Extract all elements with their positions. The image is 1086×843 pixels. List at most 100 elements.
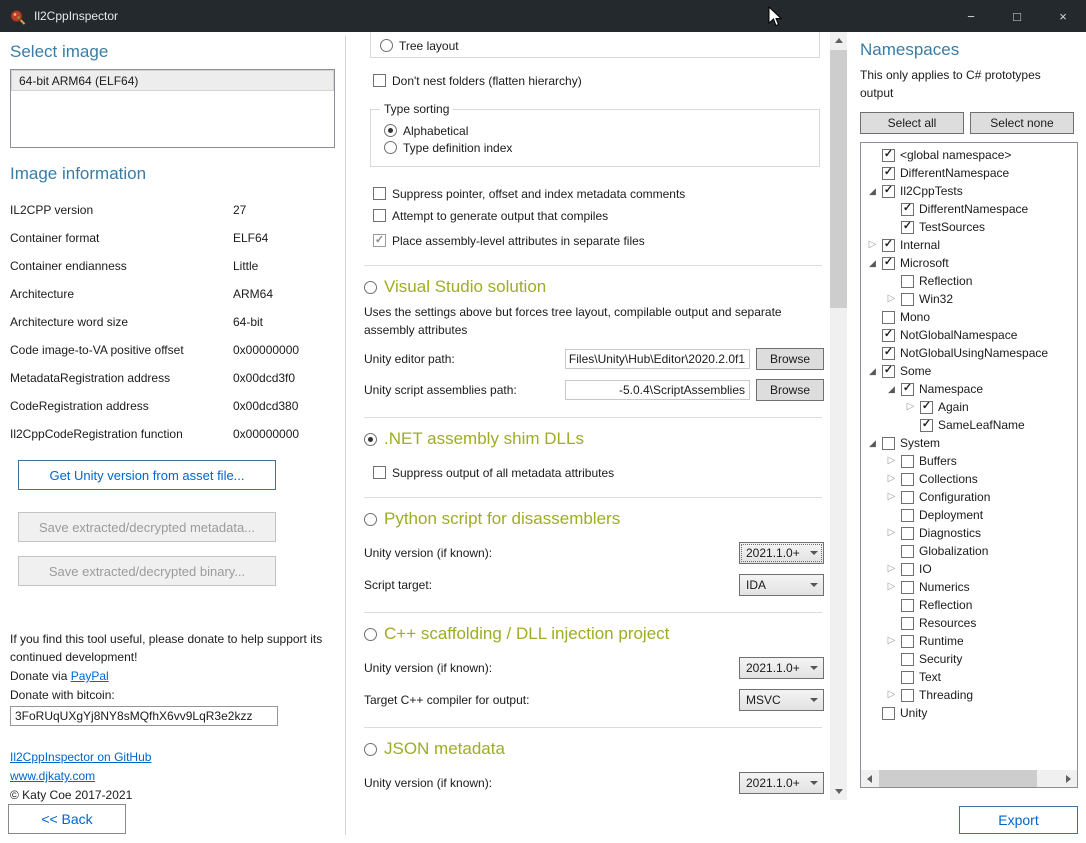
tree-node[interactable]: DifferentNamespace xyxy=(861,200,1077,218)
save-binary-button[interactable]: Save extracted/decrypted binary... xyxy=(18,556,276,586)
tree-checkbox[interactable] xyxy=(920,401,933,414)
tree-checkbox[interactable] xyxy=(901,293,914,306)
collapse-arrow-icon[interactable]: ◢ xyxy=(866,259,879,268)
tree-node[interactable]: ▷IO xyxy=(861,560,1077,578)
image-list[interactable]: 64-bit ARM64 (ELF64) xyxy=(10,69,335,148)
tree-node[interactable]: ▷Runtime xyxy=(861,632,1077,650)
tree-checkbox[interactable] xyxy=(882,707,895,720)
paypal-link[interactable]: PayPal xyxy=(71,669,109,683)
python-unity-version-dropdown[interactable]: 2021.1.0+ xyxy=(739,542,824,564)
tree-checkbox[interactable] xyxy=(882,167,895,180)
expand-arrow-icon[interactable]: ▷ xyxy=(885,294,898,304)
tree-node[interactable]: ▷Internal xyxy=(861,236,1077,254)
tree-node[interactable]: NotGlobalUsingNamespace xyxy=(861,344,1077,362)
tree-node[interactable]: ▷Win32 xyxy=(861,290,1077,308)
expand-arrow-icon[interactable]: ▷ xyxy=(885,690,898,700)
website-link[interactable]: www.djkaty.com xyxy=(10,769,95,783)
script-assemblies-path-input[interactable]: -5.0.4\ScriptAssemblies xyxy=(565,380,750,400)
tree-layout-radio[interactable] xyxy=(380,39,393,52)
tree-node[interactable]: ◢Some xyxy=(861,362,1077,380)
tree-checkbox[interactable] xyxy=(901,653,914,666)
select-none-button[interactable]: Select none xyxy=(970,112,1074,134)
tree-checkbox[interactable] xyxy=(920,419,933,432)
expand-arrow-icon[interactable]: ▷ xyxy=(885,582,898,592)
json-unity-version-dropdown[interactable]: 2021.1.0+ xyxy=(739,772,824,794)
suppress-attributes-checkbox[interactable] xyxy=(373,466,386,479)
browse-editor-path-button[interactable]: Browse xyxy=(756,348,824,370)
tree-node[interactable]: ▷Numerics xyxy=(861,578,1077,596)
expand-arrow-icon[interactable]: ▷ xyxy=(885,456,898,466)
cpp-unity-version-dropdown[interactable]: 2021.1.0+ xyxy=(739,657,824,679)
expand-arrow-icon[interactable]: ▷ xyxy=(904,402,917,412)
back-button[interactable]: << Back xyxy=(8,804,126,834)
separate-attributes-checkbox[interactable] xyxy=(373,234,386,247)
tree-checkbox[interactable] xyxy=(901,617,914,630)
tree-node[interactable]: Mono xyxy=(861,308,1077,326)
bitcoin-address-field[interactable]: 3FoRUqUXgYj8NY8sMQfhX6vv9LqR3e2kzz xyxy=(10,706,278,726)
tree-node[interactable]: ◢Namespace xyxy=(861,380,1077,398)
scroll-right-button[interactable] xyxy=(1060,770,1077,787)
tree-checkbox[interactable] xyxy=(901,635,914,648)
tree-node[interactable]: TestSources xyxy=(861,218,1077,236)
type-definition-index-radio[interactable] xyxy=(384,141,397,154)
unity-editor-path-input[interactable]: Files\Unity\Hub\Editor\2020.2.0f1 xyxy=(565,349,750,369)
tree-node[interactable]: Security xyxy=(861,650,1077,668)
tree-node[interactable]: DifferentNamespace xyxy=(861,164,1077,182)
tree-checkbox[interactable] xyxy=(901,203,914,216)
tree-checkbox[interactable] xyxy=(901,509,914,522)
python-script-radio[interactable] xyxy=(364,513,377,526)
json-metadata-radio[interactable] xyxy=(364,743,377,756)
collapse-arrow-icon[interactable]: ◢ xyxy=(866,367,879,376)
tree-node[interactable]: ◢Microsoft xyxy=(861,254,1077,272)
expand-arrow-icon[interactable]: ▷ xyxy=(885,474,898,484)
cpp-compiler-dropdown[interactable]: MSVC xyxy=(739,689,824,711)
tree-node[interactable]: ◢Il2CppTests xyxy=(861,182,1077,200)
image-list-item[interactable]: 64-bit ARM64 (ELF64) xyxy=(11,70,334,91)
shim-dlls-radio[interactable] xyxy=(364,433,377,446)
tree-checkbox[interactable] xyxy=(901,383,914,396)
tree-checkbox[interactable] xyxy=(882,365,895,378)
tree-node[interactable]: ▷Buffers xyxy=(861,452,1077,470)
tree-checkbox[interactable] xyxy=(882,329,895,342)
tree-checkbox[interactable] xyxy=(882,185,895,198)
compilable-output-checkbox[interactable] xyxy=(373,209,386,222)
tree-node[interactable]: SameLeafName xyxy=(861,416,1077,434)
tree-node[interactable]: NotGlobalNamespace xyxy=(861,326,1077,344)
collapse-arrow-icon[interactable]: ◢ xyxy=(885,385,898,394)
flatten-hierarchy-checkbox[interactable] xyxy=(373,74,386,87)
get-unity-version-button[interactable]: Get Unity version from asset file... xyxy=(18,460,276,490)
cpp-scaffolding-radio[interactable] xyxy=(364,628,377,641)
save-metadata-button[interactable]: Save extracted/decrypted metadata... xyxy=(18,512,276,542)
close-button[interactable]: × xyxy=(1040,0,1086,32)
tree-checkbox[interactable] xyxy=(882,437,895,450)
tree-checkbox[interactable] xyxy=(901,599,914,612)
scroll-down-button[interactable] xyxy=(830,783,847,800)
tree-node[interactable]: ▷Configuration xyxy=(861,488,1077,506)
tree-checkbox[interactable] xyxy=(901,545,914,558)
tree-checkbox[interactable] xyxy=(882,347,895,360)
scroll-up-button[interactable] xyxy=(830,32,847,49)
export-button[interactable]: Export xyxy=(959,806,1078,834)
tree-checkbox[interactable] xyxy=(882,311,895,324)
script-target-dropdown[interactable]: IDA xyxy=(739,574,824,596)
tree-checkbox[interactable] xyxy=(901,473,914,486)
tree-checkbox[interactable] xyxy=(901,221,914,234)
tree-checkbox[interactable] xyxy=(901,455,914,468)
tree-node[interactable]: Text xyxy=(861,668,1077,686)
expand-arrow-icon[interactable]: ▷ xyxy=(885,492,898,502)
tree-checkbox[interactable] xyxy=(882,149,895,162)
collapse-arrow-icon[interactable]: ◢ xyxy=(866,439,879,448)
browse-assemblies-path-button[interactable]: Browse xyxy=(756,379,824,401)
vertical-scrollbar[interactable] xyxy=(830,32,847,800)
visual-studio-radio[interactable] xyxy=(364,281,377,294)
github-link[interactable]: Il2CppInspector on GitHub xyxy=(10,750,151,764)
tree-checkbox[interactable] xyxy=(901,491,914,504)
tree-node[interactable]: Reflection xyxy=(861,272,1077,290)
horizontal-scrollbar[interactable] xyxy=(861,770,1077,787)
tree-node[interactable]: ▷Collections xyxy=(861,470,1077,488)
maximize-button[interactable]: □ xyxy=(994,0,1040,32)
scrollbar-thumb[interactable] xyxy=(830,50,847,308)
minimize-button[interactable]: − xyxy=(948,0,994,32)
collapse-arrow-icon[interactable]: ◢ xyxy=(866,187,879,196)
tree-node[interactable]: ▷Again xyxy=(861,398,1077,416)
